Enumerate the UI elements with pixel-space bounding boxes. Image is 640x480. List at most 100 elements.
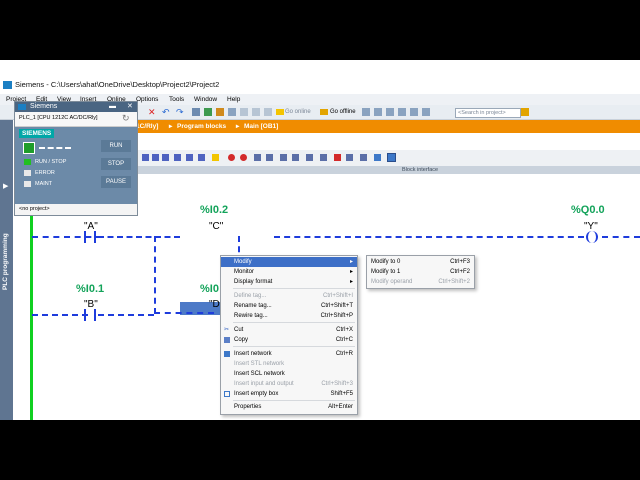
go-online-button[interactable]: Go online (285, 107, 311, 117)
add-row-icon[interactable] (186, 154, 193, 161)
menu-item-modify[interactable]: Modify ▸ (221, 257, 357, 267)
absolute-symbolic-icon[interactable] (306, 154, 313, 161)
cross-ref-icon[interactable] (264, 108, 272, 116)
delete-network-icon[interactable] (162, 154, 169, 161)
menu-item-insert-network[interactable]: Insert network Ctrl+R (221, 349, 357, 359)
run-stop-label: RUN / STOP (35, 159, 67, 165)
upload-icon[interactable] (216, 108, 224, 116)
simulation-icon[interactable] (228, 108, 236, 116)
step-icon[interactable] (346, 154, 353, 161)
menu-item-insert-input-output[interactable]: Insert input and output Ctrl+Shift+3 (221, 379, 357, 389)
contact-b[interactable] (84, 309, 96, 321)
fit-icon[interactable] (422, 108, 430, 116)
redo-icon[interactable]: ↷ (176, 108, 184, 117)
go-offline-icon[interactable] (320, 109, 328, 115)
menu-item-shortcut: Ctrl+R (335, 351, 353, 357)
menu-item-shortcut: Ctrl+X (336, 327, 353, 333)
refresh-icon[interactable]: ↻ (122, 113, 130, 124)
menu-item-label: Insert SCL network (234, 371, 285, 377)
menu-item-properties[interactable]: Properties Alt+Enter (221, 402, 357, 412)
breakpoint-icon[interactable] (334, 154, 341, 161)
delete-icon[interactable]: ✕ (148, 108, 156, 117)
menu-item-modify-to-1[interactable]: Modify to 1 Ctrl+F2 (367, 267, 474, 277)
contact-a[interactable] (84, 231, 96, 243)
download-icon[interactable] (204, 108, 212, 116)
go-to-previous-error-icon[interactable] (280, 154, 287, 161)
coil-y[interactable] (586, 231, 598, 243)
window-layout-icon[interactable] (410, 108, 418, 116)
monitor-all-icon[interactable] (240, 154, 247, 161)
menu-item-define-tag[interactable]: Define tag... Ctrl+Shift+I (221, 291, 357, 301)
cut-icon: ✂ (224, 327, 230, 333)
compile-icon[interactable] (192, 108, 200, 116)
branch-wire (154, 236, 156, 314)
delete-row-icon[interactable] (198, 154, 205, 161)
split-horizontal-icon[interactable] (386, 108, 394, 116)
menu-item-rewire-tag[interactable]: Rewire tag... Ctrl+Shift+P (221, 311, 357, 321)
search-go-icon[interactable] (521, 108, 529, 116)
plc-programming-tab[interactable]: PLC programming (2, 233, 9, 290)
breadcrumb-device[interactable]: 1C/Rly] (136, 120, 158, 133)
empty-box-icon (224, 391, 230, 397)
menu-help[interactable]: Help (227, 94, 240, 105)
monitoring-on-off-icon[interactable] (387, 153, 396, 162)
close-icon[interactable]: ✕ (127, 102, 133, 112)
breadcrumb-program-blocks[interactable]: Program blocks (177, 120, 226, 133)
contact-c[interactable] (210, 231, 222, 243)
maint-label: MAINT (35, 181, 53, 187)
menu-item-cut[interactable]: ✂ Cut Ctrl+X (221, 325, 357, 335)
menu-separator (233, 400, 355, 401)
block-interface-label: Block interface (402, 167, 439, 173)
search-input[interactable]: <Search in project> (455, 108, 521, 118)
run-button[interactable]: RUN (101, 140, 131, 152)
submenu-arrow-icon: ▸ (349, 279, 353, 285)
stop-cpu-icon[interactable] (252, 108, 260, 116)
plc-panel-header[interactable]: Siemens ▬ ✕ (15, 102, 137, 112)
online-diagnostics-icon[interactable] (374, 108, 382, 116)
menu-item-label: Insert input and output (234, 381, 294, 387)
go-online-icon[interactable] (276, 109, 284, 115)
ladder-toolbar (136, 150, 640, 167)
menu-tools[interactable]: Tools (169, 94, 184, 105)
breadcrumb-main-ob1[interactable]: Main [OB1] (244, 120, 278, 133)
pause-button[interactable]: PAUSE (101, 176, 131, 188)
stop-button[interactable]: STOP (101, 158, 131, 170)
menu-item-modify-to-0[interactable]: Modify to 0 Ctrl+F3 (367, 257, 474, 267)
wire-segment (98, 236, 180, 238)
tag-info-icon[interactable] (320, 154, 327, 161)
accessible-devices-icon[interactable] (362, 108, 370, 116)
minimize-icon[interactable]: ▬ (109, 102, 116, 112)
open-all-networks-icon[interactable] (254, 154, 261, 161)
split-vertical-icon[interactable] (398, 108, 406, 116)
go-offline-button[interactable]: Go offline (330, 107, 356, 117)
menu-item-insert-scl-network[interactable]: Insert SCL network (221, 369, 357, 379)
monitor-icon[interactable] (228, 154, 235, 161)
expand-arrow-icon[interactable]: ▶ (3, 182, 8, 190)
block-interface-bar[interactable]: Block interface (136, 166, 640, 174)
contact-c-address: %I0.2 (200, 204, 229, 216)
menu-item-insert-stl-network[interactable]: Insert STL network (221, 359, 357, 369)
maint-led (24, 181, 31, 187)
tia-portal-window: Siemens - C:\Users\ahat\OneDrive\Desktop… (0, 60, 640, 420)
insert-network-icon[interactable] (152, 154, 159, 161)
menu-window[interactable]: Window (194, 94, 217, 105)
undo-icon[interactable]: ↶ (162, 108, 170, 117)
go-to-next-error-icon[interactable] (292, 154, 299, 161)
menu-item-label: Modify (234, 259, 252, 265)
close-all-networks-icon[interactable] (266, 154, 273, 161)
menu-options[interactable]: Options (136, 94, 158, 105)
menu-item-insert-empty-box[interactable]: Insert empty box Shift+F5 (221, 389, 357, 399)
insert-network-icon (224, 351, 230, 357)
call-environment-icon[interactable] (360, 154, 367, 161)
menu-item-rename-tag[interactable]: Rename tag... Ctrl+Shift+T (221, 301, 357, 311)
menu-item-monitor[interactable]: Monitor ▸ (221, 267, 357, 277)
insert-row-icon[interactable] (174, 154, 181, 161)
submenu-arrow-icon: ▸ (349, 259, 353, 265)
menu-item-display-format[interactable]: Display format ▸ (221, 277, 357, 287)
menu-item-copy[interactable]: Copy Ctrl+C (221, 335, 357, 345)
menu-item-modify-operand[interactable]: Modify operand Ctrl+Shift+2 (367, 277, 474, 287)
favorites-icon[interactable] (212, 154, 219, 161)
network-icon[interactable] (142, 154, 149, 161)
network-comments-icon[interactable] (374, 154, 381, 161)
start-cpu-icon[interactable] (240, 108, 248, 116)
